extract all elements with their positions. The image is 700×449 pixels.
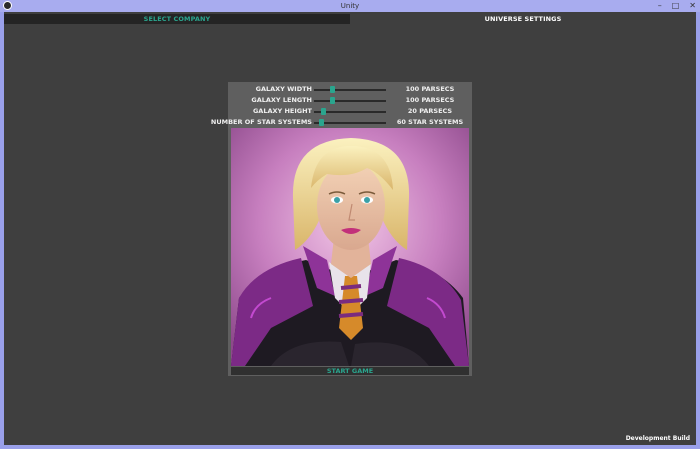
tab-universe-settings[interactable]: UNIVERSE SETTINGS bbox=[350, 14, 696, 24]
window-titlebar[interactable]: Unity – □ ✕ bbox=[0, 0, 700, 12]
window-controls: – □ ✕ bbox=[658, 1, 696, 11]
galaxy-length-slider[interactable] bbox=[314, 97, 386, 104]
setting-value: 100 PARSECS bbox=[405, 96, 455, 104]
tab-select-company[interactable]: SELECT COMPANY bbox=[4, 14, 350, 24]
start-game-button[interactable]: START GAME bbox=[231, 367, 469, 375]
development-build-label: Development Build bbox=[625, 435, 690, 442]
setting-label: GALAXY WIDTH bbox=[255, 85, 312, 93]
universe-settings-panel: GALAXY WIDTH 100 PARSECS GALAXY LENGTH 1… bbox=[211, 82, 472, 376]
window-title: Unity bbox=[340, 2, 360, 10]
slider-thumb[interactable] bbox=[330, 97, 335, 104]
setting-label: GALAXY HEIGHT bbox=[252, 107, 312, 115]
setting-row-galaxy-height: GALAXY HEIGHT 20 PARSECS bbox=[228, 107, 472, 116]
setting-row-galaxy-length: GALAXY LENGTH 100 PARSECS bbox=[228, 96, 472, 105]
setting-label: NUMBER OF STAR SYSTEMS bbox=[210, 118, 312, 126]
setting-value: 60 STAR SYSTEMS bbox=[396, 118, 464, 126]
setting-row-star-systems: NUMBER OF STAR SYSTEMS 60 STAR SYSTEMS bbox=[211, 118, 472, 127]
setting-value: 100 PARSECS bbox=[405, 85, 455, 93]
setting-row-galaxy-width: GALAXY WIDTH 100 PARSECS bbox=[228, 85, 472, 94]
character-portrait bbox=[231, 128, 469, 366]
minimize-icon[interactable]: – bbox=[658, 1, 662, 11]
setting-value: 20 PARSECS bbox=[407, 107, 453, 115]
slider-thumb[interactable] bbox=[319, 119, 324, 126]
game-viewport: SELECT COMPANY UNIVERSE SETTINGS GALAXY … bbox=[4, 12, 696, 445]
tab-bar: SELECT COMPANY UNIVERSE SETTINGS bbox=[4, 14, 696, 24]
close-icon[interactable]: ✕ bbox=[689, 1, 696, 11]
galaxy-height-slider[interactable] bbox=[314, 108, 386, 115]
galaxy-width-slider[interactable] bbox=[314, 86, 386, 93]
maximize-icon[interactable]: □ bbox=[672, 1, 680, 11]
setting-label: GALAXY LENGTH bbox=[251, 96, 312, 104]
slider-thumb[interactable] bbox=[330, 86, 335, 93]
star-systems-slider[interactable] bbox=[314, 119, 386, 126]
slider-thumb[interactable] bbox=[321, 108, 326, 115]
